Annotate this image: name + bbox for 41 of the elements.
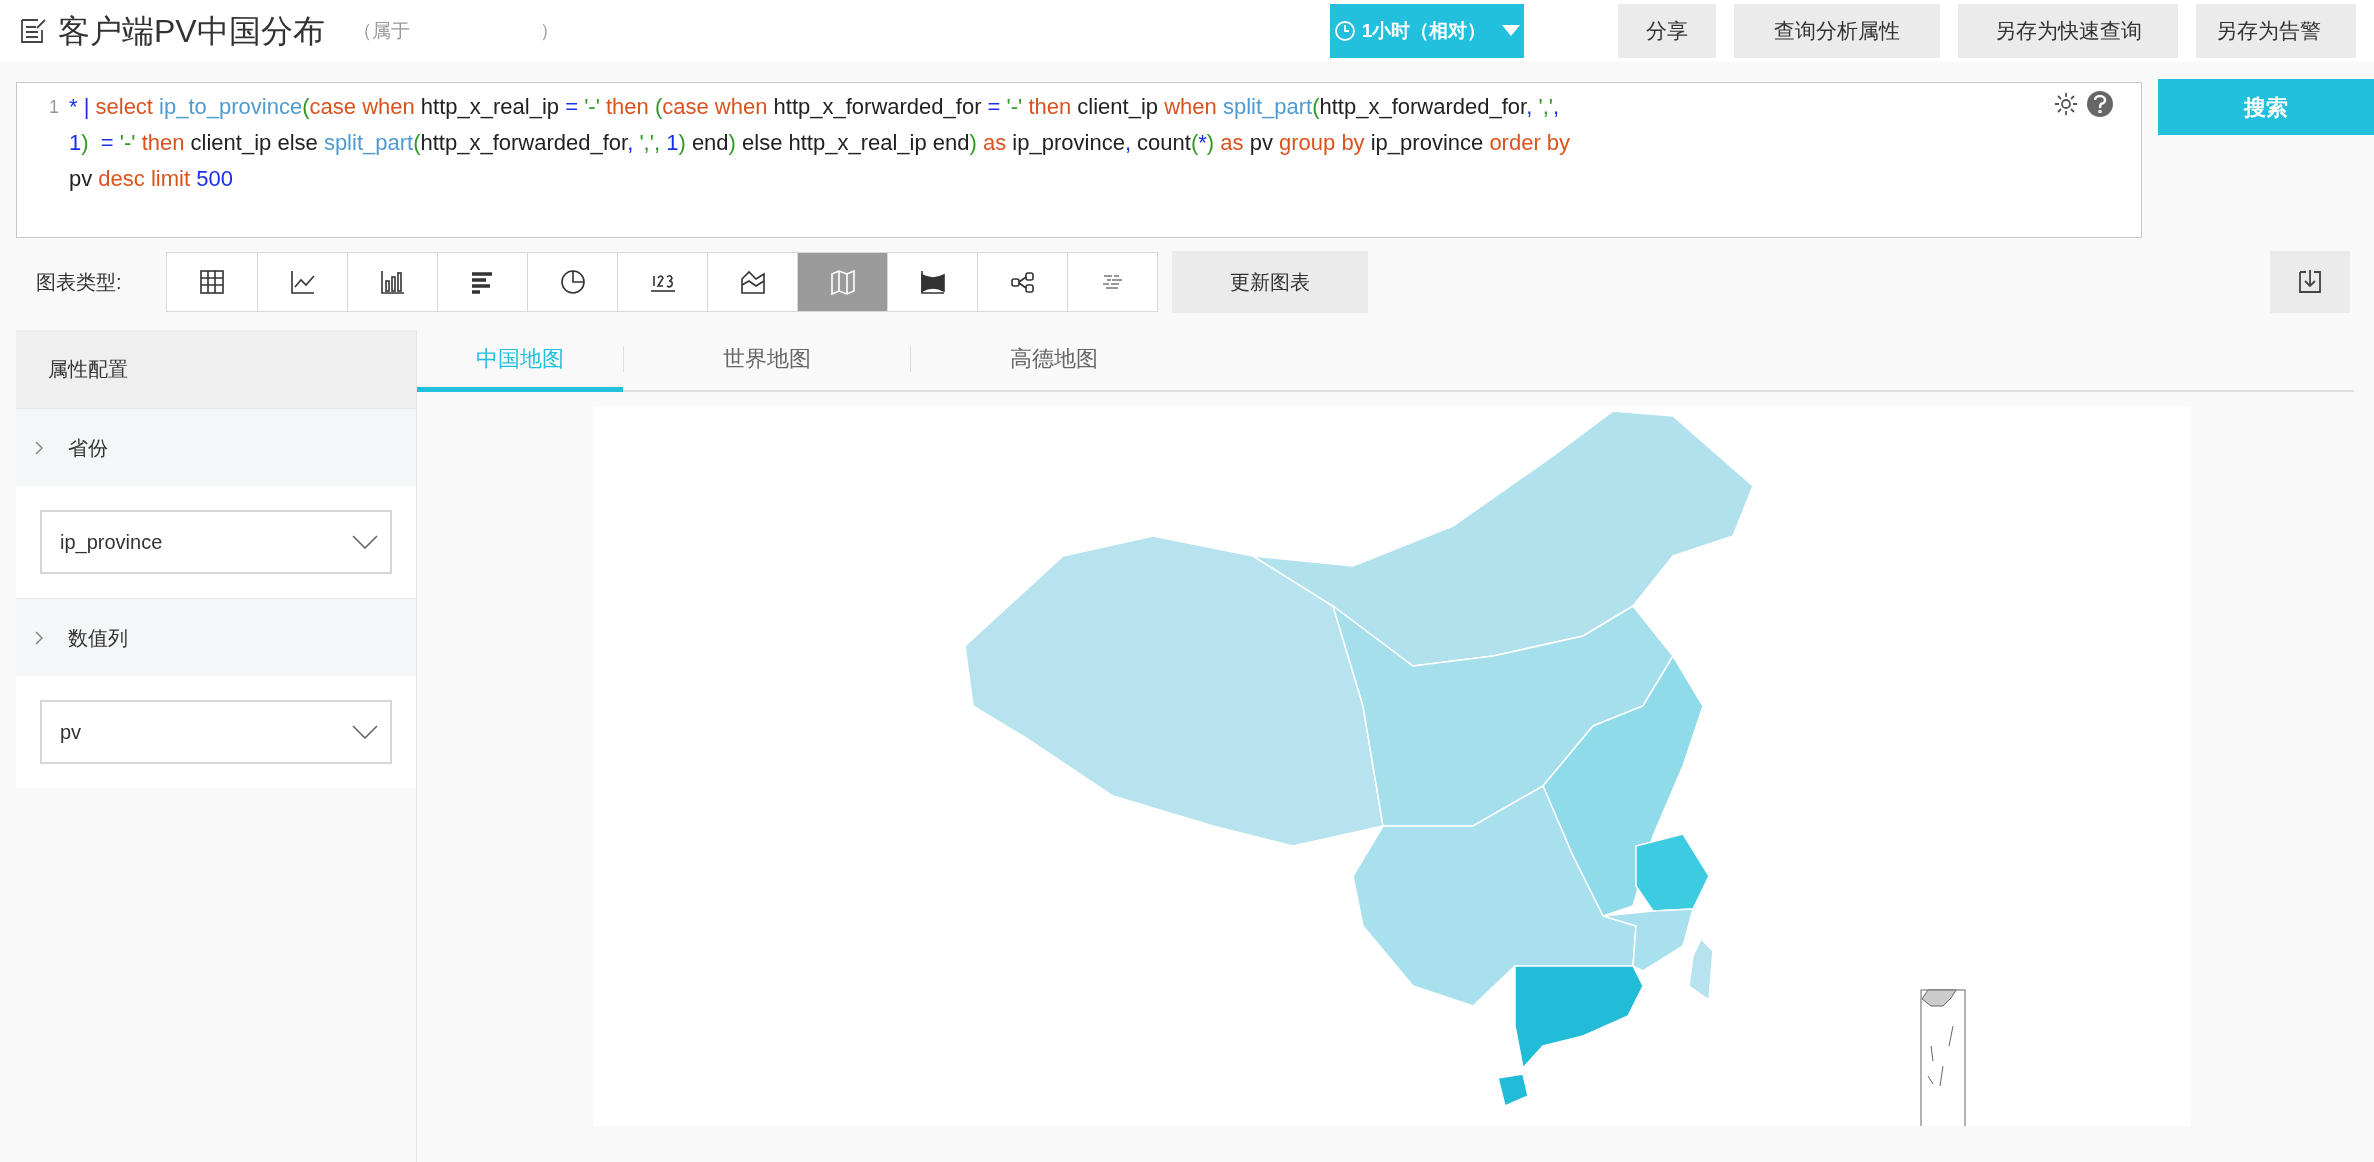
owner-label: （属于	[352, 18, 410, 43]
clock-icon	[1333, 20, 1356, 42]
edit-icon	[18, 16, 48, 46]
panel-title: 属性配置	[16, 330, 416, 408]
line-number: 1	[48, 96, 60, 119]
caret-icon	[1502, 25, 1521, 37]
code-line: 1) = '-' then client_ip else split_part(http_x_forwarded_for, ',', 1) end) else http_x_real_ip end) as ip_province, count(*) as pv group by ip_province order by	[69, 129, 1571, 157]
table-icon	[197, 267, 227, 297]
chart-type-button[interactable]	[347, 253, 437, 311]
chart-type-button[interactable]	[527, 253, 617, 311]
map-tab[interactable]: 高德地图	[951, 330, 1157, 392]
query-editor[interactable]	[16, 82, 2142, 238]
toolbar-button[interactable]: 分享	[1618, 4, 1716, 58]
section-header[interactable]: 省份	[16, 408, 416, 486]
toolbar-button[interactable]: 查询分析属性	[1734, 4, 1940, 58]
toolbar-button[interactable]: 另存为快速查询	[1958, 4, 2178, 58]
update-chart-button[interactable]: 更新图表	[1172, 251, 1368, 313]
section-header[interactable]: 数值列	[16, 598, 416, 676]
chevron-right-icon	[34, 439, 44, 456]
chart-type-button[interactable]	[437, 253, 527, 311]
code-line: * | select ip_to_province(case when http_x_real_ip = '-' then (case when http_x_forwarded_for = '-' then client_ip when split_part(http_x_forwarded_for, ',',	[69, 93, 1561, 121]
map-tab[interactable]: 世界地图	[664, 330, 870, 392]
chart-type-button[interactable]	[257, 253, 347, 311]
select-field[interactable]: ip_province	[40, 510, 392, 574]
chart-type-button[interactable]	[167, 253, 257, 311]
page-title: 客户端PV中国分布	[58, 12, 325, 51]
owner-label: ）	[539, 18, 559, 43]
download-icon	[2296, 268, 2324, 296]
code-line: pv desc limit 500	[69, 165, 234, 193]
chart-type-label: 图表类型:	[36, 270, 123, 295]
chevron-down-icon	[352, 535, 378, 549]
chevron-right-icon	[34, 629, 44, 646]
download-button[interactable]	[2270, 251, 2350, 313]
toolbar-button[interactable]: 另存为告警	[2196, 4, 2356, 58]
help-icon[interactable]	[2087, 91, 2113, 117]
chart-type-button[interactable]	[707, 253, 797, 311]
chart-type-button[interactable]	[977, 253, 1067, 311]
chevron-down-icon	[352, 725, 378, 739]
chart-type-button[interactable]	[617, 253, 707, 311]
select-field[interactable]: pv	[40, 700, 392, 764]
chart-type-button[interactable]	[887, 253, 977, 311]
